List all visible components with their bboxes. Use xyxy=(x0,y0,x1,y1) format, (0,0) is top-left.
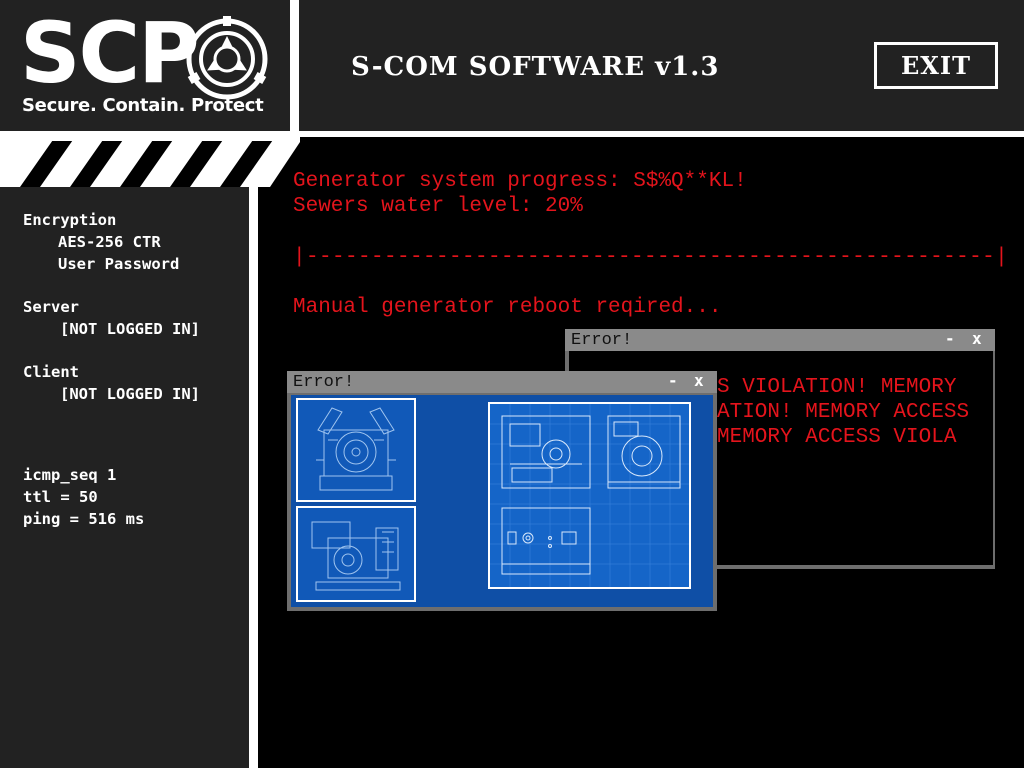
close-button[interactable]: x xyxy=(972,329,982,348)
exit-button[interactable]: EXIT xyxy=(874,42,998,89)
minimize-button[interactable]: - xyxy=(668,371,678,390)
memory-error-line: ATION! MEMORY ACCESS xyxy=(717,401,970,424)
hazard-stripes xyxy=(0,137,300,187)
client-status: [NOT LOGGED IN] xyxy=(60,385,200,403)
app-title: S-COM SOFTWARE v1.3 xyxy=(351,52,720,82)
error-window-title: Error! xyxy=(293,373,355,392)
header-divider xyxy=(290,0,299,136)
water-level-line: Sewers water level: 20% xyxy=(293,195,583,218)
blueprint-viewer xyxy=(291,395,713,607)
error-window-title: Error! xyxy=(571,331,633,350)
server-status: [NOT LOGGED IN] xyxy=(60,320,200,338)
memory-error-line: S VIOLATION! MEMORY xyxy=(717,376,957,399)
scp-logo-text: SCP xyxy=(20,4,200,102)
engine-front-icon xyxy=(316,407,396,491)
engine-front-blueprint[interactable] xyxy=(296,398,416,502)
generator-views-icon xyxy=(490,404,689,587)
engine-side-icon xyxy=(311,521,401,591)
engine-side-blueprint[interactable] xyxy=(296,506,416,602)
progress-bar: |---------------------------------------… xyxy=(293,246,1009,269)
encryption-cipher: AES-256 CTR xyxy=(58,233,161,251)
encryption-method: User Password xyxy=(58,255,180,273)
logo-panel: SCP Secure. Contain. Protect xyxy=(0,0,290,131)
error-window-titlebar[interactable]: Error! - x xyxy=(565,329,995,351)
encryption-label: Encryption xyxy=(23,211,117,229)
error-window-blueprints[interactable]: Error! - x xyxy=(287,371,717,611)
generator-progress-line: Generator system progress: S$%Q**KL! xyxy=(293,170,747,193)
ping-readout: ping = 516 ms xyxy=(23,510,145,528)
icmp-seq-readout: icmp_seq 1 xyxy=(23,466,117,484)
server-label: Server xyxy=(23,298,79,316)
close-button[interactable]: x xyxy=(694,371,704,390)
memory-error-line: MEMORY ACCESS VIOLA xyxy=(717,426,957,449)
scp-tagline: Secure. Contain. Protect xyxy=(22,95,264,116)
reboot-message: Manual generator reboot reqired... xyxy=(293,296,722,319)
error-window-titlebar[interactable]: Error! - x xyxy=(287,371,717,393)
generator-blueprint[interactable] xyxy=(488,402,691,589)
sidebar-divider xyxy=(249,187,258,768)
client-label: Client xyxy=(23,363,79,381)
ttl-readout: ttl = 50 xyxy=(23,488,98,506)
scp-emblem-icon xyxy=(186,16,268,100)
minimize-button[interactable]: - xyxy=(945,329,955,348)
